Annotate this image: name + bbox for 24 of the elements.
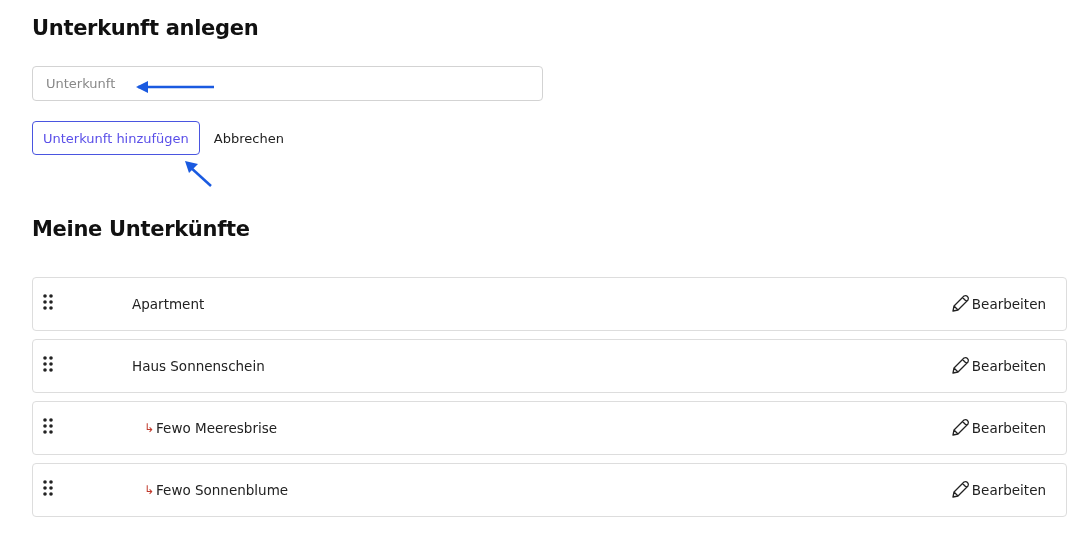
pencil-icon [949,418,970,438]
annotation-arrow [184,159,214,189]
section-heading: Unterkunft anlegen [32,16,260,40]
pencil-icon [949,480,970,500]
drag-handle-icon[interactable] [43,417,53,434]
accommodation-name: Haus Sonnenschein [132,358,265,374]
accommodation-name: Apartment [132,296,205,312]
edit-button[interactable]: Bearbeiten [949,418,1046,438]
cancel-button[interactable]: Abbrechen [203,130,294,146]
pencil-icon [949,294,970,314]
section-heading: Meine Unterkünfte [32,217,251,241]
child-marker: ↳ [144,421,155,435]
drag-handle-icon[interactable] [43,355,53,372]
input-field[interactable]: Unterkunft [32,66,543,101]
edit-button[interactable]: Bearbeiten [949,294,1046,314]
edit-button[interactable]: Bearbeiten [949,356,1046,376]
drag-handle-icon[interactable] [43,293,53,310]
pencil-icon [949,356,970,376]
child-marker: ↳ [144,483,155,497]
drag-handle-icon[interactable] [43,479,53,496]
accommodation-name: Fewo Meeresbrise [156,420,278,436]
accommodation-name: Fewo Sonnenblume [156,482,289,498]
add-button[interactable]: Unterkunft hinzufügen [32,121,200,155]
edit-button[interactable]: Bearbeiten [949,480,1046,500]
